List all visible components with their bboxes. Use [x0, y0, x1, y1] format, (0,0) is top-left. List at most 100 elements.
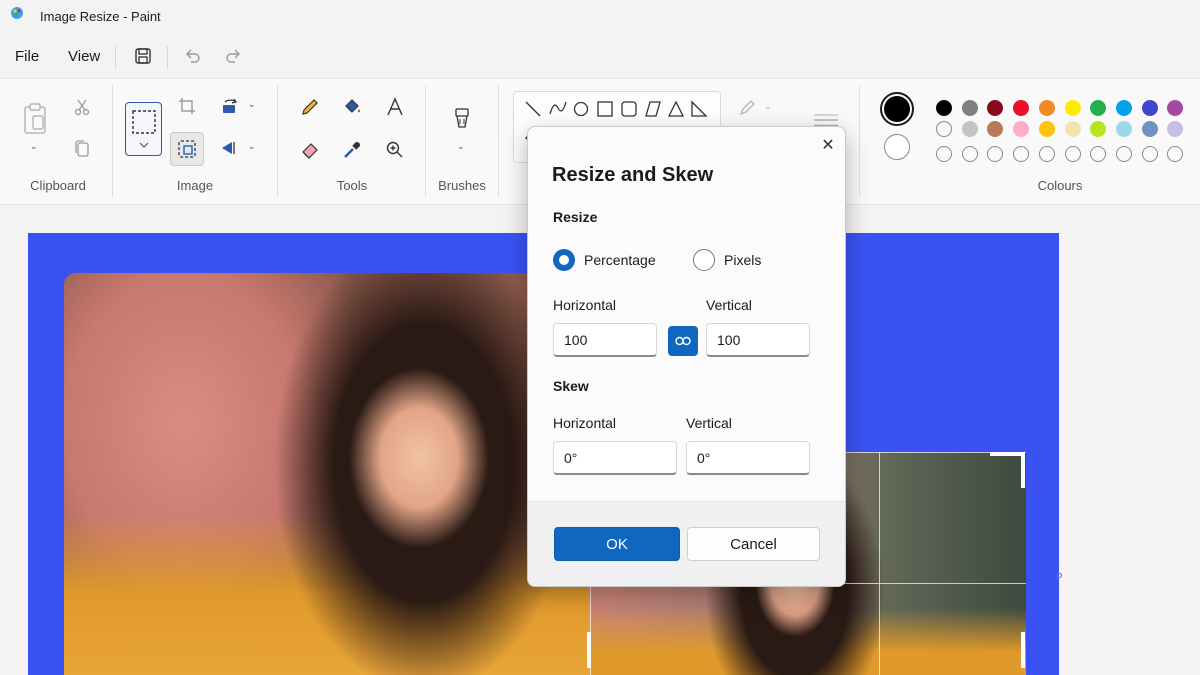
redo-icon[interactable] [220, 42, 248, 70]
title-bar: Image Resize - Paint [0, 0, 1200, 34]
color-swatch[interactable] [1090, 100, 1107, 116]
brush-icon[interactable] [450, 103, 474, 135]
selection-handle[interactable] [990, 452, 1025, 456]
color-swatch[interactable] [1013, 100, 1030, 116]
percentage-radio[interactable] [553, 249, 575, 271]
cancel-button[interactable]: Cancel [687, 527, 820, 561]
color-swatch[interactable] [1115, 121, 1132, 137]
color-swatch[interactable] [1115, 100, 1132, 116]
rotate-icon[interactable] [218, 95, 242, 117]
chevron-down-icon[interactable]: ⌄ [248, 141, 256, 152]
menu-separator [115, 46, 116, 68]
color-swatch[interactable] [1064, 100, 1081, 116]
ribbon-separator [112, 85, 113, 197]
color-swatch[interactable] [987, 121, 1004, 137]
color-swatch[interactable] [936, 121, 952, 137]
color-swatch[interactable] [936, 100, 952, 116]
cut-icon[interactable] [70, 95, 94, 119]
custom-color-slot[interactable] [1167, 146, 1184, 162]
group-label-brushes: Brushes [438, 178, 486, 193]
color-swatch[interactable] [1167, 100, 1184, 116]
ok-button[interactable]: OK [554, 527, 680, 561]
resize-icon[interactable] [170, 132, 204, 166]
custom-color-slot[interactable] [1064, 146, 1081, 162]
resize-skew-dialog: ✕ Resize and Skew Resize Percentage Pixe… [527, 126, 846, 587]
color-swatch[interactable] [1141, 121, 1158, 137]
color-swatch[interactable] [1064, 121, 1081, 137]
custom-color-slot[interactable] [1013, 146, 1030, 162]
save-icon[interactable] [129, 42, 157, 70]
menu-bar: File View [0, 34, 1200, 78]
pencil-icon[interactable] [298, 95, 322, 119]
paste-icon[interactable] [18, 99, 52, 139]
color-swatch[interactable] [961, 121, 978, 137]
custom-color-slot[interactable] [1038, 146, 1055, 162]
select-tool-button[interactable] [125, 102, 162, 156]
color-swatch[interactable] [987, 100, 1004, 116]
undo-icon[interactable] [178, 42, 206, 70]
selection-handle[interactable] [587, 632, 591, 668]
ribbon-separator [859, 85, 860, 197]
primary-color-swatch[interactable] [880, 92, 914, 126]
ribbon-separator [425, 85, 426, 197]
text-icon[interactable] [383, 95, 407, 119]
ribbon-separator [277, 85, 278, 197]
outline-icon[interactable] [736, 97, 760, 119]
pixels-radio[interactable] [693, 249, 715, 271]
color-swatch[interactable] [1038, 100, 1055, 116]
group-label-colours: Colours [1037, 178, 1083, 193]
resize-horizontal-input[interactable]: 100 [553, 323, 657, 357]
menu-view[interactable]: View [68, 48, 100, 65]
window-title: Image Resize - Paint [40, 9, 161, 24]
custom-color-slot[interactable] [1090, 146, 1107, 162]
paint-icon [11, 7, 23, 19]
custom-color-slot[interactable] [987, 146, 1004, 162]
menu-file[interactable]: File [15, 48, 39, 65]
secondary-color-swatch[interactable] [884, 134, 910, 160]
skew-horizontal-label: Horizontal [553, 415, 617, 431]
group-label-clipboard: Clipboard [30, 178, 86, 193]
flip-icon[interactable] [218, 137, 242, 159]
percentage-label[interactable]: Percentage [584, 252, 656, 268]
close-icon[interactable]: ✕ [816, 133, 840, 157]
ribbon-separator [498, 85, 499, 197]
chevron-down-icon[interactable]: ⌄ [457, 141, 465, 152]
custom-color-slot[interactable] [1115, 146, 1132, 162]
photo-image [64, 273, 590, 675]
selection-handle[interactable] [1021, 632, 1025, 668]
skew-horizontal-input[interactable]: 0° [553, 441, 677, 475]
color-swatch[interactable] [1038, 121, 1055, 137]
color-swatch[interactable] [1013, 121, 1030, 137]
group-label-tools: Tools [336, 178, 368, 193]
dialog-title: Resize and Skew [552, 164, 714, 186]
custom-color-slot[interactable] [1141, 146, 1158, 162]
chevron-down-icon[interactable]: ⌄ [30, 141, 38, 152]
magnifier-icon[interactable] [383, 138, 407, 162]
chevron-down-icon[interactable]: ⌄ [764, 101, 772, 112]
selection-guide [879, 452, 880, 675]
pixels-label[interactable]: Pixels [724, 252, 761, 268]
link-icon[interactable] [668, 326, 698, 356]
crop-icon[interactable] [176, 95, 198, 117]
skew-vertical-label: Vertical [686, 415, 732, 431]
color-picker-icon[interactable] [340, 138, 364, 162]
menu-separator [167, 46, 168, 68]
group-label-image: Image [176, 178, 214, 193]
chevron-down-icon[interactable]: ⌄ [248, 99, 256, 110]
resize-vertical-input[interactable]: 100 [706, 323, 810, 357]
color-swatch[interactable] [1167, 121, 1184, 137]
custom-color-slot[interactable] [961, 146, 978, 162]
color-swatch[interactable] [1141, 100, 1158, 116]
resize-horizontal-label: Horizontal [553, 297, 617, 313]
fill-icon[interactable] [340, 95, 364, 119]
copy-icon[interactable] [70, 137, 94, 161]
custom-color-slot[interactable] [936, 146, 952, 162]
canvas-resize-handle[interactable] [1057, 573, 1062, 578]
resize-section-label: Resize [553, 209, 598, 225]
color-swatch[interactable] [1090, 121, 1107, 137]
color-swatch[interactable] [961, 100, 978, 116]
skew-vertical-input[interactable]: 0° [686, 441, 810, 475]
eraser-icon[interactable] [298, 138, 322, 162]
resize-vertical-label: Vertical [706, 297, 752, 313]
selection-handle[interactable] [1021, 452, 1025, 488]
